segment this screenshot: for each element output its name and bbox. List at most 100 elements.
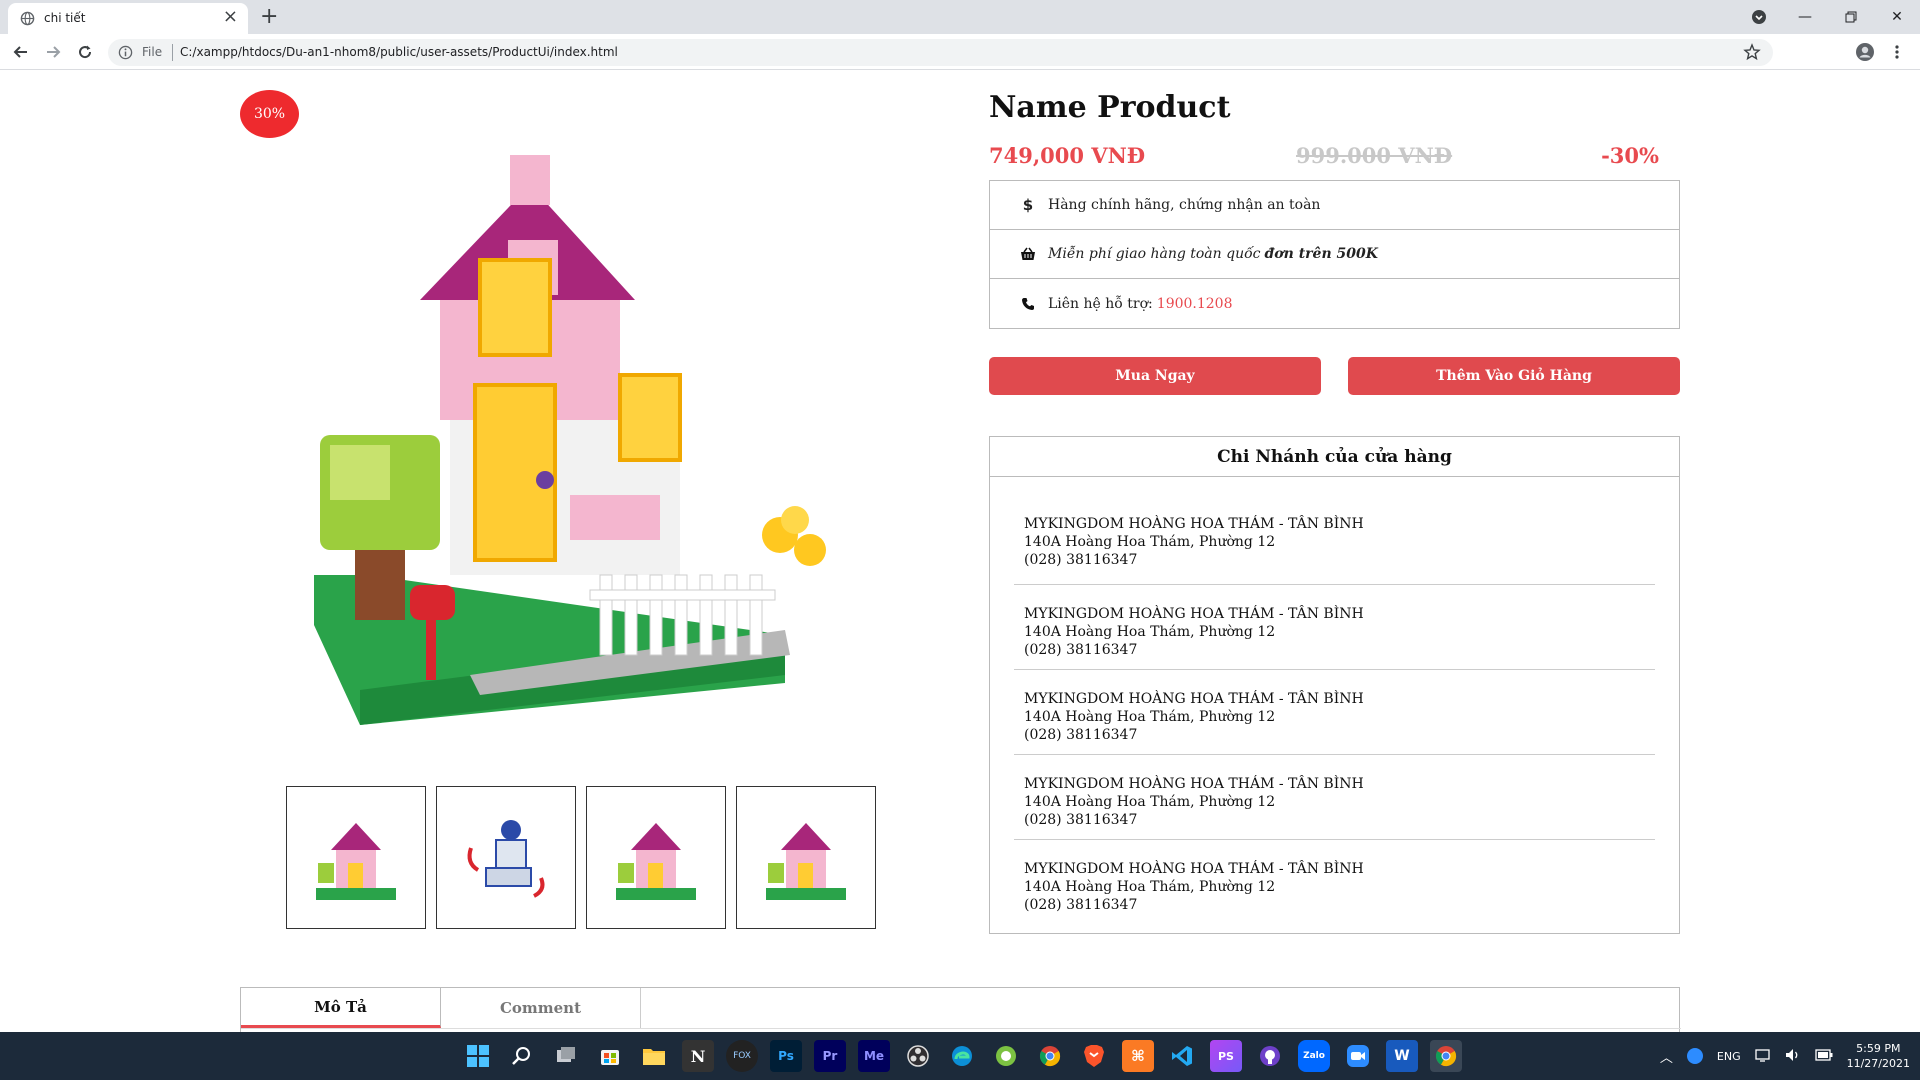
dollar-icon: $: [1022, 196, 1034, 214]
bookmark-star-icon[interactable]: [1743, 43, 1761, 61]
omnibox-divider: [172, 44, 173, 61]
benefit-shipping-text: Miễn phí giao hàng toàn quốc: [1048, 246, 1261, 262]
browser-toolbar: File C:/xampp/htdocs/Du-an1-nhom8/public…: [0, 34, 1920, 70]
branches-title: Chi Nhánh của cửa hàng: [990, 437, 1679, 477]
back-icon[interactable]: [8, 40, 34, 64]
benefit-support: Liên hệ hỗ trợ: 1900.1208: [990, 279, 1679, 328]
branch-phone: (028) 38116347: [1024, 897, 1138, 913]
branch-list: MYKINGDOM HOÀNG HOA THÁM - TÂN BÌNH 140A…: [990, 477, 1679, 925]
fox-app-icon[interactable]: FOX: [726, 1040, 758, 1072]
branch-address: 140A Hoàng Hoa Thám, Phường 12: [1024, 794, 1276, 810]
original-price: 999.000 VNĐ: [1296, 143, 1453, 168]
profile-avatar-icon[interactable]: [1852, 40, 1878, 64]
premiere-icon[interactable]: Pr: [814, 1040, 846, 1072]
globe-icon: [20, 11, 35, 26]
branch-name: MYKINGDOM HOÀNG HOA THÁM - TÂN BÌNH: [1024, 606, 1364, 622]
branch-phone: (028) 38116347: [1024, 812, 1138, 828]
product-main-image[interactable]: [290, 135, 890, 735]
support-label: Liên hệ hỗ trợ:: [1048, 295, 1153, 312]
browser-tab[interactable]: chi tiết ×: [8, 3, 248, 34]
notion-icon[interactable]: N: [682, 1040, 714, 1072]
support-phone-link[interactable]: 1900.1208: [1157, 296, 1233, 312]
url-text[interactable]: C:/xampp/htdocs/Du-an1-nhom8/public/user…: [180, 45, 618, 59]
clock-time: 5:59 PM: [1856, 1042, 1901, 1055]
menu-kebab-icon[interactable]: [1884, 40, 1910, 64]
phone-icon: [1020, 296, 1036, 312]
xampp-icon[interactable]: ⌘: [1122, 1040, 1154, 1072]
task-view-icon[interactable]: [550, 1040, 582, 1072]
benefit-genuine: $ Hàng chính hãng, chứng nhận an toàn: [990, 181, 1679, 230]
thumbnail-house-2[interactable]: [586, 786, 726, 929]
clock-date: 11/27/2021: [1846, 1057, 1910, 1070]
close-tab-icon[interactable]: ×: [223, 7, 238, 27]
tab-search-icon[interactable]: [1736, 0, 1782, 34]
brave-icon[interactable]: [1078, 1040, 1110, 1072]
branch-address: 140A Hoàng Hoa Thám, Phường 12: [1024, 534, 1276, 550]
reload-icon[interactable]: [72, 40, 98, 64]
windows-start-icon[interactable]: [462, 1040, 494, 1072]
volume-icon[interactable]: [1785, 1048, 1801, 1065]
discount-percent: -30%: [1601, 143, 1659, 168]
sale-price: 749,000 VNĐ: [989, 143, 1146, 168]
file-explorer-icon[interactable]: [638, 1040, 670, 1072]
info-icon[interactable]: [118, 45, 133, 60]
branch-address: 140A Hoàng Hoa Thám, Phường 12: [1024, 879, 1276, 895]
branch-address: 140A Hoàng Hoa Thám, Phường 12: [1024, 624, 1276, 640]
branch-phone: (028) 38116347: [1024, 642, 1138, 658]
green-app-icon[interactable]: [990, 1040, 1022, 1072]
address-bar[interactable]: File C:/xampp/htdocs/Du-an1-nhom8/public…: [108, 39, 1773, 66]
chrome-active-icon[interactable]: [1430, 1040, 1462, 1072]
benefit-shipping-bold: đơn trên 500K: [1264, 246, 1378, 262]
chrome-icon[interactable]: [1034, 1040, 1066, 1072]
phpstorm-icon[interactable]: PS: [1210, 1040, 1242, 1072]
media-encoder-icon[interactable]: Me: [858, 1040, 890, 1072]
word-icon[interactable]: W: [1386, 1040, 1418, 1072]
clock[interactable]: 5:59 PM 11/27/2021: [1847, 1041, 1910, 1071]
tab-description[interactable]: Mô Tả: [241, 988, 441, 1028]
obs-icon[interactable]: [902, 1040, 934, 1072]
zalo-tray-icon[interactable]: [1686, 1048, 1703, 1064]
thumbnail-robot[interactable]: [436, 786, 576, 929]
photoshop-icon[interactable]: Ps: [770, 1040, 802, 1072]
edge-icon[interactable]: [946, 1040, 978, 1072]
forward-icon[interactable]: [40, 40, 66, 64]
branch-phone: (028) 38116347: [1024, 552, 1138, 568]
branch-name: MYKINGDOM HOÀNG HOA THÁM - TÂN BÌNH: [1024, 516, 1364, 532]
language-indicator[interactable]: ENG: [1717, 1050, 1741, 1063]
branch-item: MYKINGDOM HOÀNG HOA THÁM - TÂN BÌNH 140A…: [1014, 755, 1655, 840]
product-name: Name Product: [989, 90, 1231, 125]
taskbar-apps: N FOX Ps Pr Me ⌘ PS Zalo W: [462, 1040, 1462, 1072]
tab-title: chi tiết: [44, 11, 86, 25]
system-tray: ︿ ENG 5:59 PM 11/27/2021: [1660, 1032, 1910, 1080]
zoom-icon[interactable]: [1342, 1040, 1374, 1072]
benefit-shipping: Miễn phí giao hàng toàn quốc đơn trên 50…: [990, 230, 1679, 279]
thumbnail-house-3[interactable]: [736, 786, 876, 929]
new-tab-button[interactable]: +: [260, 3, 278, 31]
benefit-genuine-text: Hàng chính hãng, chứng nhận an toàn: [1048, 197, 1321, 213]
price-row: 749,000 VNĐ 999.000 VNĐ -30%: [989, 143, 1659, 173]
branch-address: 140A Hoàng Hoa Thám, Phường 12: [1024, 709, 1276, 725]
branch-item: MYKINGDOM HOÀNG HOA THÁM - TÂN BÌNH 140A…: [1014, 840, 1655, 925]
store-icon[interactable]: [594, 1040, 626, 1072]
search-icon[interactable]: [506, 1040, 538, 1072]
tabs-divider: [241, 1028, 1681, 1029]
chevron-up-icon[interactable]: ︿: [1660, 1047, 1673, 1066]
zalo-icon[interactable]: Zalo: [1298, 1040, 1330, 1072]
branch-name: MYKINGDOM HOÀNG HOA THÁM - TÂN BÌNH: [1024, 691, 1364, 707]
github-desktop-icon[interactable]: [1254, 1040, 1286, 1072]
minimize-button[interactable]: —: [1782, 0, 1828, 34]
thumbnail-strip: [286, 786, 876, 929]
add-to-cart-button[interactable]: Thêm Vào Giỏ Hàng: [1348, 357, 1680, 395]
buy-now-button[interactable]: Mua Ngay: [989, 357, 1321, 395]
battery-icon[interactable]: [1814, 1048, 1833, 1064]
basket-icon: [1020, 246, 1036, 262]
restore-button[interactable]: [1828, 0, 1874, 34]
tab-comment[interactable]: Comment: [441, 988, 641, 1028]
branch-phone: (028) 38116347: [1024, 727, 1138, 743]
thumbnail-house-1[interactable]: [286, 786, 426, 929]
vscode-icon[interactable]: [1166, 1040, 1198, 1072]
close-window-button[interactable]: ✕: [1874, 0, 1920, 34]
browser-tab-strip: chi tiết × + — ✕: [0, 0, 1920, 34]
network-icon[interactable]: [1754, 1048, 1771, 1065]
url-scheme-label: File: [142, 45, 163, 59]
